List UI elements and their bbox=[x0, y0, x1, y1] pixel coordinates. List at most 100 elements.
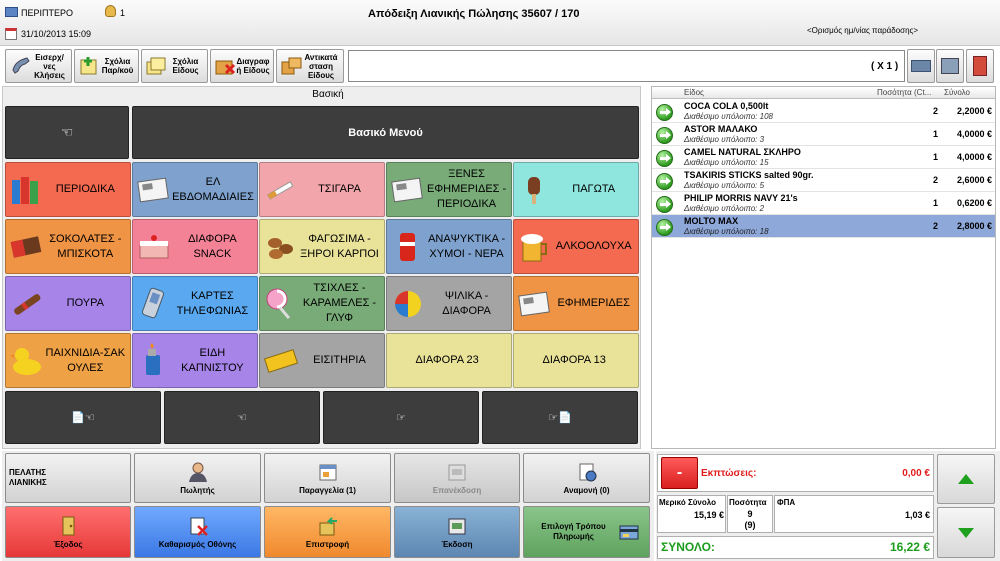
register-icon bbox=[941, 58, 959, 74]
table-row[interactable]: ASTOR ΜΑΛΑΚΟ Διαθέσιμο υπόλοιπο: 3 1 4,0000… bbox=[652, 123, 995, 146]
category-label: ΠΑΙΧΝΙΔΙΑ-ΣΑΚ ΟΥΛΕΣ bbox=[45, 346, 126, 374]
exit-button[interactable]: Έξοδος bbox=[5, 506, 131, 558]
issue-icon bbox=[446, 515, 468, 537]
incoming-calls-button[interactable]: Εισερχ/νες Κλήσεις bbox=[5, 49, 72, 83]
exit-screen-button[interactable] bbox=[966, 49, 994, 83]
item-comments-button[interactable]: Σχόλια Είδους bbox=[141, 49, 208, 83]
seller-icon bbox=[187, 461, 209, 483]
order-icon bbox=[317, 461, 339, 483]
register-button[interactable] bbox=[936, 49, 964, 83]
category-button-14[interactable]: ΨΙΛΙΚΑ - ΔΙΑΦΟΡΑ bbox=[386, 276, 512, 331]
seller-button[interactable]: Πωλητής bbox=[134, 453, 261, 503]
column-header-quantity[interactable]: Ποσότητα (Ct... bbox=[877, 88, 939, 97]
category-button-3[interactable]: ΤΣΙΓΑΡΑ bbox=[259, 162, 385, 217]
exit-door-icon bbox=[973, 56, 987, 76]
item-total: 2,6000 € bbox=[956, 175, 992, 185]
hand-left-icon: ☜ bbox=[60, 124, 74, 140]
item-quantity: 1 bbox=[932, 129, 938, 139]
category-button-12[interactable]: ΚΑΡΤΕΣ ΤΗΛΕΦΩΝΙΑΣ bbox=[132, 276, 258, 331]
column-header-total[interactable]: Σύνολο bbox=[944, 88, 970, 97]
title-bar bbox=[0, 0, 1000, 46]
item-total: 4,0000 € bbox=[956, 129, 992, 139]
category-button-19[interactable]: ΔΙΑΦΟΡΑ 23 bbox=[386, 333, 512, 388]
item-stock: Διαθέσιμο υπόλοιπο: 2 bbox=[684, 204, 765, 213]
subtotal-value: 15,19 € bbox=[693, 510, 724, 520]
category-button-18[interactable]: ΕΙΣΙΤΗΡΙΑ bbox=[259, 333, 385, 388]
item-stock: Διαθέσιμο υπόλοιπο: 15 bbox=[684, 158, 769, 167]
scroll-down-button[interactable] bbox=[937, 507, 995, 558]
replace-item-button[interactable]: Αντικατά σταση Είδους bbox=[276, 49, 344, 83]
category-button-6[interactable]: ΣΟΚΟΛΑΤΕΣ - ΜΠΙΣΚΟΤΑ bbox=[5, 219, 131, 274]
quantity-label: Ποσότητα bbox=[729, 498, 767, 507]
arrow-right-icon[interactable] bbox=[656, 127, 673, 144]
category-button-4[interactable]: ΞΕΝΕΣ ΕΦΗΜΕΡΙΔΕΣ - ΠΕΡΙΟΔΙΚΑ bbox=[386, 162, 512, 217]
main-menu-button[interactable]: Βασικό Μενού bbox=[132, 106, 639, 159]
payment-method-button[interactable]: Επιλογή Τρόπου Πληρωμής bbox=[523, 506, 650, 558]
category-button-1[interactable]: ΠΕΡΙΟΔΙΚΑ bbox=[5, 162, 131, 217]
arrow-up-icon bbox=[958, 474, 974, 484]
category-button-16[interactable]: ΠΑΙΧΝΙΔΙΑ-ΣΑΚ ΟΥΛΕΣ bbox=[5, 333, 131, 388]
quantity-value: 9 bbox=[747, 509, 753, 519]
prev-page-button[interactable]: ☜ bbox=[164, 391, 320, 444]
arrow-down-icon bbox=[958, 527, 974, 538]
category-button-17[interactable]: ΕΙΔΗ ΚΑΠΝΙΣΤΟΥ bbox=[132, 333, 258, 388]
category-button-20[interactable]: ΔΙΑΦΟΡΑ 13 bbox=[513, 333, 639, 388]
item-total: 2,8000 € bbox=[956, 221, 992, 231]
waiting-button[interactable]: Αναμονή (0) bbox=[523, 453, 650, 503]
table-row[interactable]: PHILIP MORRIS NAVY 21's Διαθέσιμο υπόλοιπ… bbox=[652, 192, 995, 215]
category-label: ΨΙΛΙΚΑ - ΔΙΑΦΟΡΑ bbox=[442, 289, 491, 317]
category-label: ΕΦΗΜΕΡΙΔΕΣ bbox=[557, 297, 630, 309]
scroll-up-button[interactable] bbox=[937, 454, 995, 504]
arrow-right-icon[interactable] bbox=[656, 173, 673, 190]
arrow-right-icon[interactable] bbox=[656, 196, 673, 213]
table-row[interactable]: TSAKIRIS STICKS salted 90gr. Διαθέσιμο υπ… bbox=[652, 169, 995, 192]
category-button-15[interactable]: ΕΦΗΜΕΡΙΔΕΣ bbox=[513, 276, 639, 331]
category-label: ΠΟΥΡΑ bbox=[66, 297, 104, 309]
category-button-8[interactable]: ΦΑΓΩΣΙΜΑ - ΞΗΡΟΙ ΚΑΡΠΟΙ bbox=[259, 219, 385, 274]
category-button-11[interactable]: ΠΟΥΡΑ bbox=[5, 276, 131, 331]
nuts-icon bbox=[263, 229, 299, 265]
return-button[interactable]: Επιστροφή bbox=[264, 506, 391, 558]
item-total: 2,2000 € bbox=[956, 106, 992, 116]
arrow-right-icon[interactable] bbox=[656, 219, 673, 236]
category-button-7[interactable]: ΔΙΑΦΟΡΑ SNACK bbox=[132, 219, 258, 274]
category-button-2[interactable]: ΕΛ ΕΒΔΟΜΑΔΙΑΙΕΣ bbox=[132, 162, 258, 217]
item-quantity: 1 bbox=[932, 152, 938, 162]
panel-title: Βασική bbox=[312, 89, 344, 100]
next-page-button[interactable]: ☞ bbox=[323, 391, 479, 444]
store-icon bbox=[5, 7, 18, 17]
arrow-right-icon[interactable] bbox=[656, 150, 673, 167]
delete-item-button[interactable]: Διαγραφ ή Είδους bbox=[210, 49, 274, 83]
category-button-9[interactable]: ΑΝΑΨΥΚΤΙΚΑ - ΧΥΜΟΙ - ΝΕΡΑ bbox=[386, 219, 512, 274]
phone-icon bbox=[9, 55, 31, 77]
last-page-button[interactable]: ☞📄 bbox=[482, 391, 638, 444]
category-label: ΕΙΣΙΤΗΡΙΑ bbox=[313, 354, 366, 366]
issue-button[interactable]: Έκδοση bbox=[394, 506, 520, 558]
order-button[interactable]: Παραγγελία (1) bbox=[264, 453, 391, 503]
table-row[interactable]: COCA COLA 0,500lt Διαθέσιμο υπόλοιπο: 108… bbox=[652, 100, 995, 123]
column-header-item[interactable]: Είδος bbox=[684, 88, 704, 97]
arrow-right-icon[interactable] bbox=[656, 104, 673, 121]
beer-icon bbox=[517, 229, 553, 265]
clear-screen-button[interactable]: Καθαρισμός Οθόνης bbox=[134, 506, 261, 558]
category-button-13[interactable]: ΤΣΙΧΛΕΣ - ΚΑΡΑΜΕΛΕΣ - ΓΛΥΦ bbox=[259, 276, 385, 331]
item-name: CAMEL NATURAL ΣΚΛΗΡΟ bbox=[684, 147, 801, 157]
item-stock: Διαθέσιμο υπόλοιπο: 108 bbox=[684, 112, 773, 121]
customer-button[interactable]: ΠΕΛΑΤΗΣ ΛΙΑΝΙΚΗΣ bbox=[5, 453, 131, 503]
keyboard-icon bbox=[911, 60, 931, 72]
first-page-button[interactable]: 📄☜ bbox=[5, 391, 161, 444]
delivery-date-link[interactable]: <Ορισμός ημ/νίας παράδοσης> bbox=[807, 26, 918, 35]
table-row[interactable]: CAMEL NATURAL ΣΚΛΗΡΟ Διαθέσιμο υπόλοιπο: … bbox=[652, 146, 995, 169]
subtotal-label: Μερικό Σύνολο bbox=[659, 498, 716, 507]
category-label: ΚΑΡΤΕΣ ΤΗΛΕΦΩΝΙΑΣ bbox=[176, 289, 249, 317]
customer-comments-button[interactable]: Σχόλια Παρ/κού bbox=[74, 49, 139, 83]
back-button[interactable]: ☜ bbox=[5, 106, 129, 159]
barcode-search-input[interactable] bbox=[348, 50, 905, 82]
reissue-button[interactable]: Επανέκδοση bbox=[394, 453, 520, 503]
discount-minus-button[interactable]: - bbox=[661, 457, 698, 489]
category-button-10[interactable]: ΑΛΚΟΟΛΟΥΧΑ bbox=[513, 219, 639, 274]
keyboard-button[interactable] bbox=[907, 49, 935, 83]
cake-icon bbox=[136, 229, 172, 265]
category-button-5[interactable]: ΠΑΓΩΤΑ bbox=[513, 162, 639, 217]
table-row[interactable]: MOLTO MAX Διαθέσιμο υπόλοιπο: 18 2 2,8000 € bbox=[652, 215, 995, 238]
